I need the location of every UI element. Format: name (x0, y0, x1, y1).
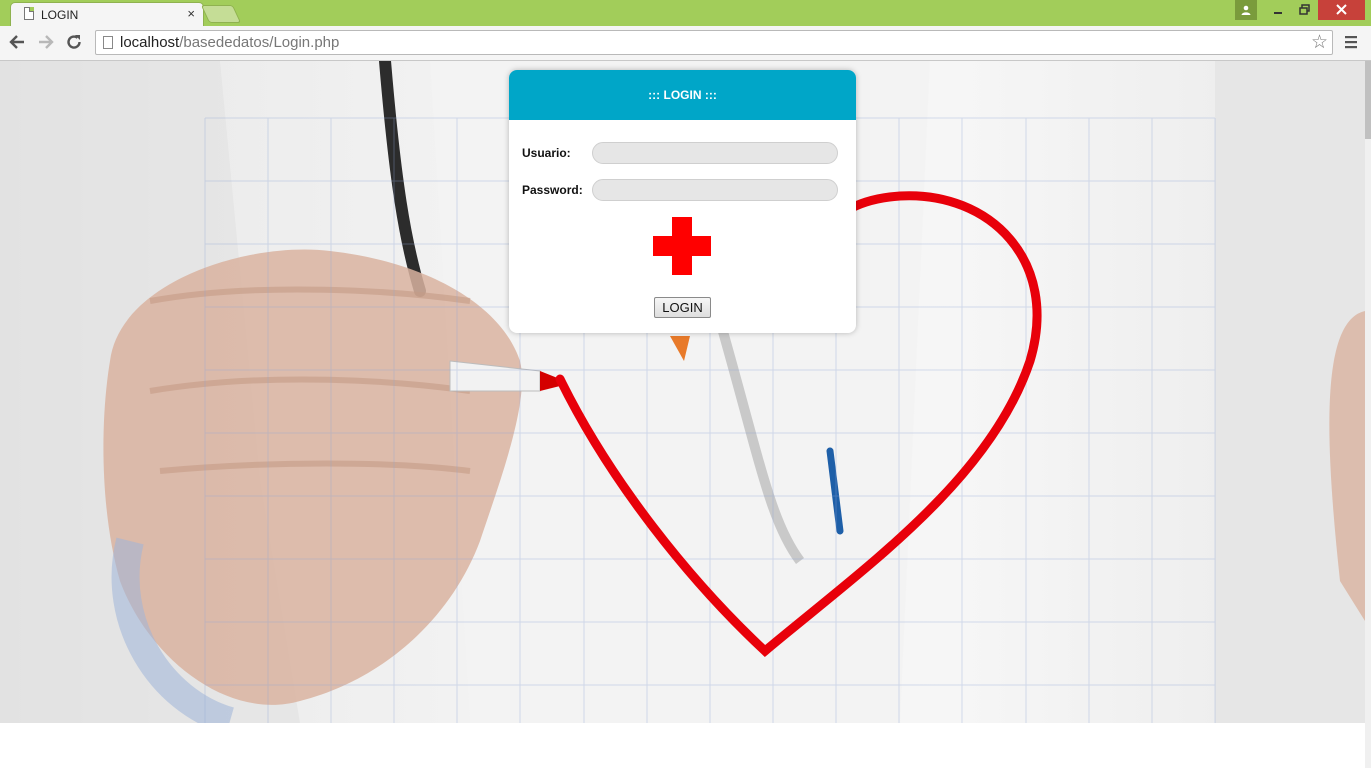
minimize-icon[interactable] (1266, 0, 1290, 20)
hamburger-menu-icon[interactable] (1341, 31, 1361, 53)
login-header: ::: LOGIN ::: (509, 70, 856, 120)
password-label: Password: (522, 183, 583, 197)
new-tab-button[interactable] (200, 5, 242, 23)
password-row: Password: (522, 179, 842, 203)
red-cross-icon (653, 217, 711, 275)
close-window-icon[interactable] (1318, 0, 1365, 20)
browser-toolbar: localhost/basededatos/Login.php ☆ (0, 26, 1371, 61)
usuario-input[interactable] (592, 142, 838, 164)
address-bar[interactable]: localhost/basededatos/Login.php ☆ (95, 30, 1333, 55)
page-icon (103, 36, 113, 49)
password-input[interactable] (592, 179, 838, 201)
reload-icon[interactable] (63, 31, 85, 53)
close-tab-icon[interactable]: × (187, 6, 195, 22)
usuario-row: Usuario: (522, 142, 842, 166)
forward-arrow-icon[interactable] (35, 31, 57, 53)
usuario-label: Usuario: (522, 146, 571, 160)
login-button[interactable]: LOGIN (654, 297, 711, 318)
tab-title: LOGIN (41, 8, 79, 22)
url-text: localhost/basededatos/Login.php (120, 34, 340, 51)
page-icon (24, 7, 34, 20)
browser-title-bar: LOGIN × (0, 0, 1371, 27)
back-arrow-icon[interactable] (6, 31, 28, 53)
scrollbar-thumb[interactable] (1365, 61, 1371, 139)
star-icon[interactable]: ☆ (1311, 31, 1328, 54)
restore-window-icon[interactable] (1292, 0, 1316, 20)
page-scrollbar[interactable] (1365, 61, 1371, 768)
user-icon[interactable] (1235, 0, 1257, 20)
browser-tab[interactable]: LOGIN × (10, 2, 204, 27)
login-panel: ::: LOGIN ::: Usuario: Password: LOGIN (509, 70, 856, 333)
